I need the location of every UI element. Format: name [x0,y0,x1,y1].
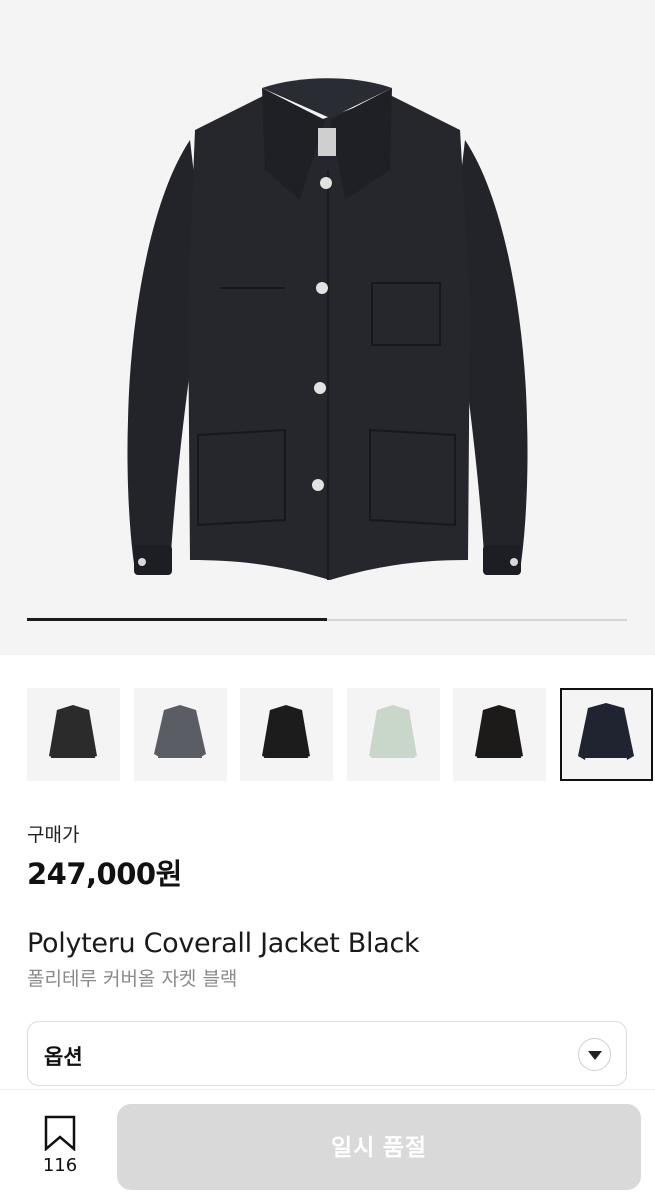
thumbnail-2[interactable] [134,688,227,781]
price-label: 구매가 [27,824,80,846]
sold-out-label: 일시 품절 [330,1134,428,1160]
thumbnail-1[interactable] [27,688,120,781]
bottom-action-bar: 116 일시 품절 [0,1089,655,1200]
thumbnail-5[interactable] [453,688,546,781]
thumbnail-6[interactable] [560,688,653,781]
jacket-image [127,78,528,580]
gallery-progress-track [27,618,627,621]
thumbnail-3[interactable] [240,688,333,781]
wishlist-button[interactable]: 116 [32,1115,88,1179]
product-title-ko: 폴리테루 커버올 자켓 블랙 [27,968,238,990]
chevron-down-icon[interactable] [578,1038,611,1071]
sold-out-button[interactable]: 일시 품절 [117,1104,641,1190]
price-value: 247,000원 [27,857,182,891]
bookmark-icon [44,1115,76,1151]
product-image-gallery[interactable] [0,0,655,655]
thumbnail-strip [27,688,655,782]
option-label: 옵션 [44,1045,83,1069]
thumbnail-4[interactable] [347,688,440,781]
gallery-progress-fill [27,618,327,621]
option-select[interactable]: 옵션 [27,1021,627,1086]
product-title-en: Polyteru Coverall Jacket Black [27,928,420,959]
wishlist-count: 116 [42,1155,78,1176]
